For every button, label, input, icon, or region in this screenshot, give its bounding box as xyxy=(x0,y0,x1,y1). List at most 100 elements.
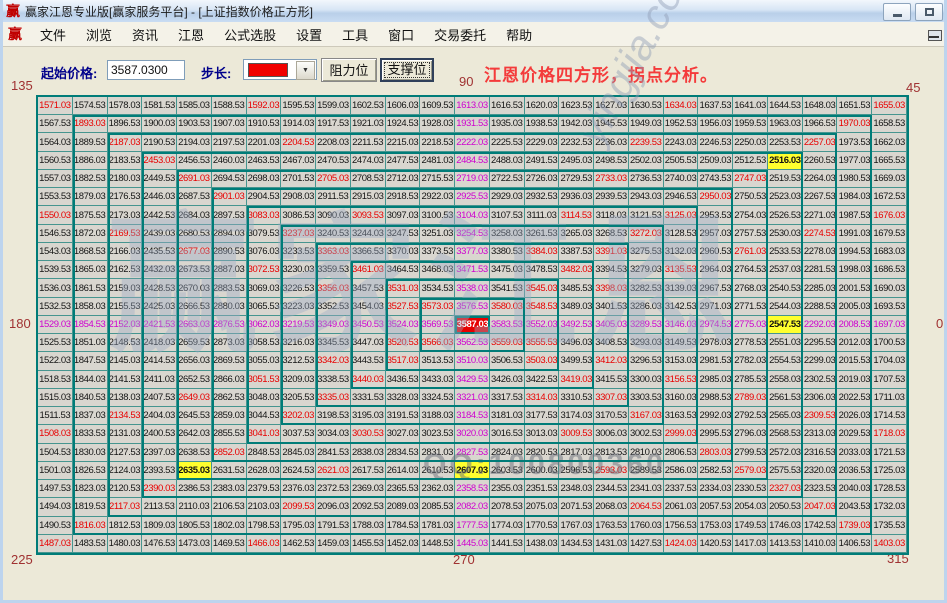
grid-cell[interactable]: 1581.53 xyxy=(142,97,177,115)
grid-cell[interactable]: 1504.53 xyxy=(38,444,73,462)
grid-cell[interactable]: 2267.53 xyxy=(803,188,838,206)
grid-cell[interactable]: 1865.03 xyxy=(73,261,108,279)
grid-cell[interactable]: 3492.53 xyxy=(559,316,594,334)
grid-cell[interactable]: 2908.03 xyxy=(281,188,316,206)
grid-cell[interactable]: 1599.03 xyxy=(316,97,351,115)
grid-cell[interactable]: 1756.53 xyxy=(664,517,699,535)
grid-cell[interactable]: 1777.53 xyxy=(455,517,490,535)
grid-cell[interactable]: 1942.03 xyxy=(559,115,594,133)
grid-cell[interactable]: 1550.03 xyxy=(38,206,73,224)
grid-cell[interactable]: 3534.53 xyxy=(420,279,455,297)
grid-cell[interactable]: 1770.53 xyxy=(525,517,560,535)
grid-cell[interactable]: 2113.53 xyxy=(142,498,177,516)
grid-cell[interactable]: 2824.03 xyxy=(490,444,525,462)
grid-cell[interactable]: 3401.53 xyxy=(594,298,629,316)
grid-cell[interactable]: 3048.03 xyxy=(247,389,282,407)
grid-cell[interactable]: 3135.53 xyxy=(664,261,699,279)
grid-cell[interactable]: 2922.03 xyxy=(420,188,455,206)
grid-cell[interactable]: 1686.53 xyxy=(872,261,907,279)
grid-cell[interactable]: 2894.03 xyxy=(212,225,247,243)
grid-cell[interactable]: 2957.03 xyxy=(698,225,733,243)
grid-cell[interactable]: 3198.53 xyxy=(316,407,351,425)
grid-cell[interactable]: 2033.03 xyxy=(837,444,872,462)
grid-cell[interactable]: 3398.03 xyxy=(594,279,629,297)
grid-cell[interactable]: 2736.53 xyxy=(629,170,664,188)
grid-cell[interactable]: 1921.03 xyxy=(351,115,386,133)
grid-cell[interactable]: 1991.03 xyxy=(837,225,872,243)
grid-cell[interactable]: 1620.03 xyxy=(525,97,560,115)
grid-cell[interactable]: 1480.03 xyxy=(108,535,143,553)
grid-cell[interactable]: 2253.53 xyxy=(768,133,803,151)
grid-cell[interactable]: 2180.03 xyxy=(108,170,143,188)
grid-cell[interactable]: 1893.03 xyxy=(73,115,108,133)
grid-cell[interactable]: 2274.53 xyxy=(803,225,838,243)
grid-cell[interactable]: 2173.03 xyxy=(108,206,143,224)
grid-cell[interactable]: 1882.53 xyxy=(73,170,108,188)
grid-cell[interactable]: 3303.53 xyxy=(629,389,664,407)
grid-cell[interactable]: 2260.53 xyxy=(803,152,838,170)
grid-cell[interactable]: 2400.53 xyxy=(142,425,177,443)
grid-cell[interactable]: 3461.03 xyxy=(351,261,386,279)
grid-cell[interactable]: 1609.53 xyxy=(420,97,455,115)
grid-cell[interactable]: 2054.03 xyxy=(733,498,768,516)
step-color-dropdown[interactable]: ▼ xyxy=(243,59,317,80)
grid-cell[interactable]: 3212.53 xyxy=(281,352,316,370)
grid-cell[interactable]: 2999.03 xyxy=(664,425,699,443)
grid-cell[interactable]: 2229.03 xyxy=(525,133,560,151)
grid-cell[interactable]: 1903.53 xyxy=(177,115,212,133)
grid-cell-highlight[interactable]: 2607.03 xyxy=(455,462,490,480)
grid-cell[interactable]: 2341.03 xyxy=(629,480,664,498)
grid-cell[interactable]: 2523.03 xyxy=(768,188,803,206)
grid-cell[interactable]: 3104.03 xyxy=(455,206,490,224)
grid-cell[interactable]: 2614.03 xyxy=(386,462,421,480)
grid-cell[interactable]: 3160.03 xyxy=(664,389,699,407)
menu-item-帮助[interactable]: 帮助 xyxy=(496,22,542,47)
grid-cell[interactable]: 1627.03 xyxy=(594,97,629,115)
grid-cell[interactable]: 3380.53 xyxy=(490,243,525,261)
grid-cell[interactable]: 2138.03 xyxy=(108,389,143,407)
grid-cell[interactable]: 3307.03 xyxy=(594,389,629,407)
grid-cell[interactable]: 2040.03 xyxy=(837,480,872,498)
grid-cell[interactable]: 2169.53 xyxy=(108,225,143,243)
grid-cell[interactable]: 1676.03 xyxy=(872,206,907,224)
grid-cell[interactable]: 2082.03 xyxy=(455,498,490,516)
grid-cell[interactable]: 2365.53 xyxy=(386,480,421,498)
grid-cell[interactable]: 1707.53 xyxy=(872,371,907,389)
grid-cell[interactable]: 1665.53 xyxy=(872,152,907,170)
grid-cell[interactable]: 2701.53 xyxy=(281,170,316,188)
grid-cell[interactable]: 2687.53 xyxy=(177,188,212,206)
grid-cell[interactable]: 2407.53 xyxy=(142,389,177,407)
grid-cell[interactable]: 3146.03 xyxy=(664,316,699,334)
grid-cell[interactable]: 1697.03 xyxy=(872,316,907,334)
grid-cell[interactable]: 1980.53 xyxy=(837,170,872,188)
grid-cell-highlight[interactable]: 2516.03 xyxy=(768,152,803,170)
grid-cell[interactable]: 2568.53 xyxy=(768,425,803,443)
grid-cell[interactable]: 2694.53 xyxy=(212,170,247,188)
grid-cell[interactable]: 2351.53 xyxy=(525,480,560,498)
grid-cell[interactable]: 1469.53 xyxy=(212,535,247,553)
grid-cell[interactable]: 2992.03 xyxy=(698,407,733,425)
grid-cell[interactable]: 1823.03 xyxy=(73,480,108,498)
grid-cell[interactable]: 2481.03 xyxy=(420,152,455,170)
grid-cell[interactable]: 2309.53 xyxy=(803,407,838,425)
grid-cell[interactable]: 1812.53 xyxy=(108,517,143,535)
grid-cell[interactable]: 2729.53 xyxy=(559,170,594,188)
grid-cell[interactable]: 3083.03 xyxy=(247,206,282,224)
grid-cell[interactable]: 2456.53 xyxy=(177,152,212,170)
grid-cell[interactable]: 3510.03 xyxy=(455,352,490,370)
grid-cell[interactable]: 3279.03 xyxy=(629,261,664,279)
grid-cell[interactable]: 2778.53 xyxy=(733,334,768,352)
grid-cell[interactable]: 1434.53 xyxy=(559,535,594,553)
grid-cell[interactable]: 2834.53 xyxy=(386,444,421,462)
grid-cell[interactable]: 3541.53 xyxy=(490,279,525,297)
grid-cell[interactable]: 3226.53 xyxy=(281,279,316,297)
grid-cell[interactable]: 1844.03 xyxy=(73,371,108,389)
grid-cell[interactable]: 3254.53 xyxy=(455,225,490,243)
grid-cell[interactable]: 2488.03 xyxy=(490,152,525,170)
grid-cell[interactable]: 2929.03 xyxy=(490,188,525,206)
grid-cell[interactable]: 2222.03 xyxy=(455,133,490,151)
grid-cell[interactable]: 3324.53 xyxy=(420,389,455,407)
grid-cell[interactable]: 1700.53 xyxy=(872,334,907,352)
grid-cell[interactable]: 2498.53 xyxy=(594,152,629,170)
grid-cell[interactable]: 2421.53 xyxy=(142,316,177,334)
